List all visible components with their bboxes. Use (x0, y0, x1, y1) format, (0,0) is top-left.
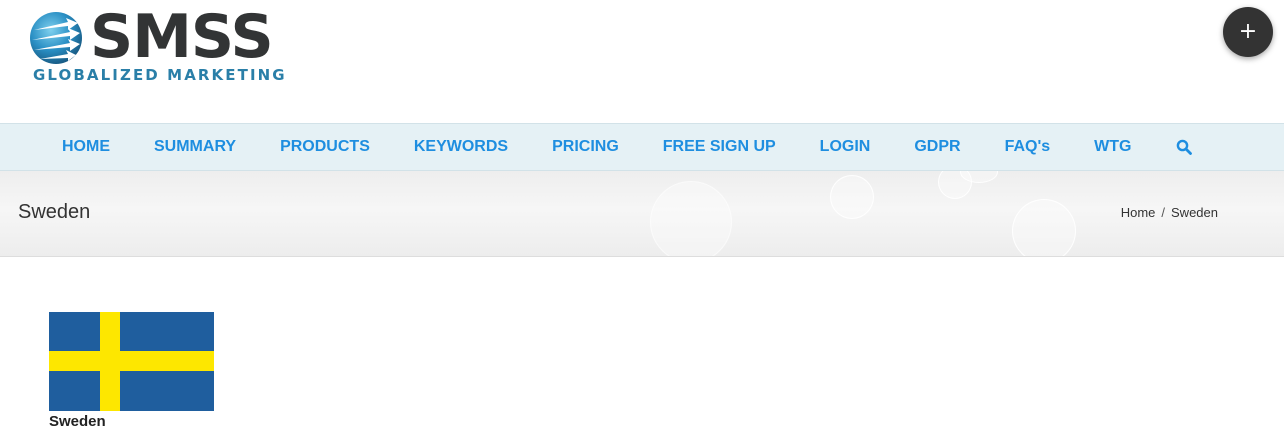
nav-item-gdpr[interactable]: GDPR (892, 124, 982, 170)
bokeh-decoration (1012, 199, 1076, 256)
bokeh-decoration (830, 175, 874, 219)
site-header: SMSS GLOBALIZED MARKETING + (0, 0, 1284, 123)
search-icon (1176, 139, 1192, 155)
site-logo[interactable]: SMSS GLOBALIZED MARKETING (28, 2, 318, 88)
nav-item-pricing[interactable]: PRICING (530, 124, 641, 170)
breadcrumb: Home / Sweden (1121, 205, 1218, 220)
nav-list: HOME SUMMARY PRODUCTS KEYWORDS PRICING F… (40, 124, 1214, 170)
breadcrumb-current: Sweden (1171, 205, 1218, 220)
logo-tagline: GLOBALIZED MARKETING (33, 66, 287, 84)
nav-item-keywords[interactable]: KEYWORDS (392, 124, 530, 170)
expand-plus-button[interactable]: + (1223, 7, 1273, 57)
flag-caption[interactable]: Sweden (49, 413, 106, 430)
breadcrumb-separator: / (1161, 205, 1166, 220)
globe-arrows-icon (30, 12, 82, 64)
bokeh-decoration (650, 181, 732, 256)
main-navigation: HOME SUMMARY PRODUCTS KEYWORDS PRICING F… (0, 123, 1284, 171)
nav-item-faqs[interactable]: FAQ's (983, 124, 1073, 170)
nav-item-login[interactable]: LOGIN (798, 124, 893, 170)
nav-item-free-sign-up[interactable]: FREE SIGN UP (641, 124, 798, 170)
sweden-flag-icon[interactable] (49, 312, 214, 411)
nav-item-summary[interactable]: SUMMARY (132, 124, 258, 170)
breadcrumb-home-link[interactable]: Home (1121, 205, 1156, 220)
logo-wordmark: SMSS (90, 2, 274, 72)
page: SMSS GLOBALIZED MARKETING + HOME SUMMARY… (0, 0, 1284, 436)
nav-search-button[interactable] (1154, 124, 1214, 170)
nav-item-products[interactable]: PRODUCTS (258, 124, 392, 170)
nav-item-wtg[interactable]: WTG (1072, 124, 1153, 170)
page-title: Sweden (18, 201, 91, 223)
page-title-bar: Sweden Home / Sweden (0, 171, 1284, 257)
nav-item-home[interactable]: HOME (40, 124, 132, 170)
